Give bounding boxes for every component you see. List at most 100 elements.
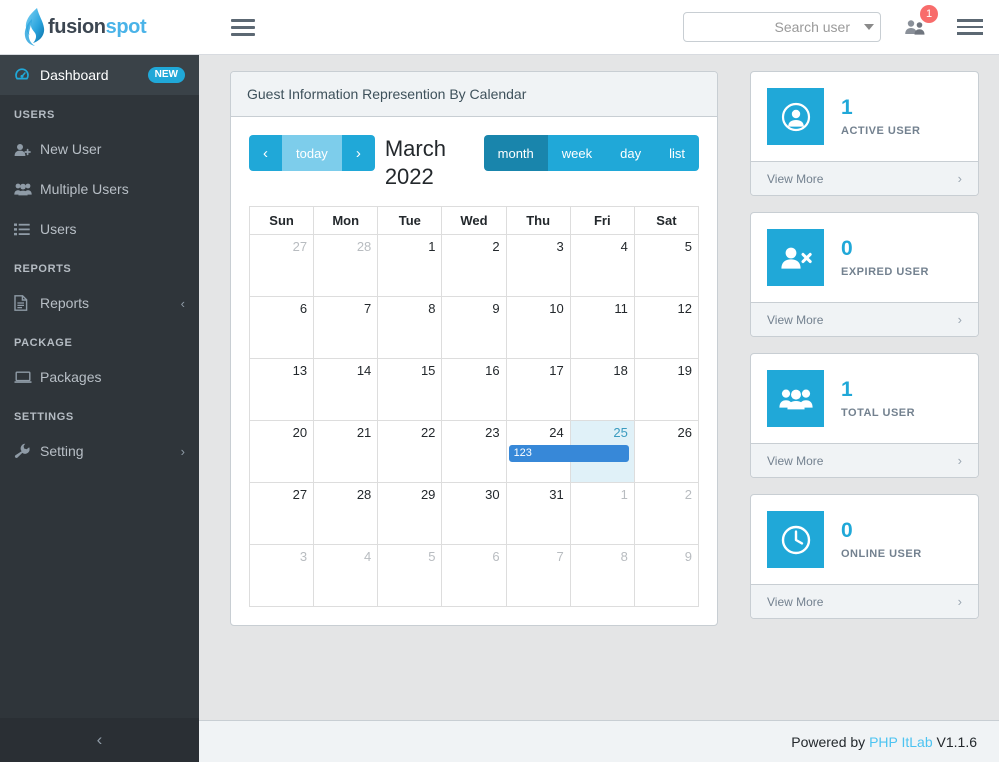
top-header: fusionspot Search user 1 — [0, 0, 999, 55]
calendar-day-cell[interactable]: 21 — [313, 420, 379, 483]
calendar-day-cell[interactable]: 28 — [313, 482, 379, 545]
stat-card-body: 1 ACTIVE USER — [751, 72, 978, 161]
calendar-today-button[interactable]: today — [282, 135, 342, 171]
stat-value: 1 — [841, 378, 853, 402]
calendar-prev-button[interactable]: ‹ — [249, 135, 282, 171]
sidebar-section-title: REPORTS — [14, 263, 72, 275]
calendar-day-cell[interactable]: 7 — [313, 296, 379, 359]
calendar-day-cell[interactable]: 8 — [377, 296, 443, 359]
chevron-right-icon: › — [180, 443, 185, 459]
stat-card: 0 ONLINE USER View More › — [750, 494, 979, 619]
stat-label: ACTIVE USER — [841, 124, 921, 137]
calendar-view-list-button[interactable]: list — [655, 135, 699, 171]
calendar-day-cell[interactable]: 24 123 — [505, 420, 629, 483]
calendar-day-cell[interactable]: 1 — [569, 482, 635, 545]
calendar-day-cell[interactable]: 4 — [569, 234, 635, 297]
sidebar-item-users[interactable]: Users — [0, 209, 199, 249]
sidebar-section-title: PACKAGE — [14, 337, 73, 349]
calendar-day-cell[interactable]: 5 — [633, 234, 700, 297]
stat-view-more-link[interactable]: View More › — [751, 161, 978, 195]
calendar-event[interactable]: 123 — [508, 445, 629, 462]
sidebar-minimizer-button[interactable]: ‹ — [0, 718, 199, 762]
calendar-day-cell[interactable]: 7 — [505, 544, 571, 607]
calendar-day-cell[interactable]: 1 — [377, 234, 443, 297]
calendar-day-cell[interactable]: 28 — [313, 234, 379, 297]
calendar-day-number: 15 — [420, 363, 436, 378]
calendar-day-cell[interactable]: 4 — [313, 544, 379, 607]
calendar-day-cell[interactable]: 17 — [505, 358, 571, 421]
sidebar-new-badge: NEW — [147, 67, 185, 83]
calendar-day-number: 18 — [613, 363, 628, 378]
calendar-week-row: 20 21 22 23 24 123 25 26 — [248, 420, 700, 483]
calendar-day-cell[interactable]: 5 — [377, 544, 443, 607]
stat-view-more-link[interactable]: View More › — [751, 443, 978, 477]
user-times-icon — [767, 229, 824, 286]
sidebar-toggle-button[interactable] — [231, 18, 255, 36]
calendar-day-cell[interactable]: 23 — [441, 420, 507, 483]
calendar-day-cell[interactable]: 19 — [633, 358, 700, 421]
users-notification-button[interactable]: 1 — [903, 5, 938, 40]
footer-link[interactable]: PHP ItLab — [869, 734, 933, 750]
calendar-day-cell[interactable]: 31 — [505, 482, 571, 545]
calendar-day-cell[interactable]: 22 — [377, 420, 443, 483]
chevron-right-icon: › — [957, 453, 962, 468]
calendar-card-body: ‹ today › March 2022 month week day list — [231, 117, 717, 625]
calendar-next-button[interactable]: › — [341, 135, 375, 171]
calendar-day-cell[interactable]: 16 — [441, 358, 507, 421]
calendar-day-cell[interactable]: 15 — [377, 358, 443, 421]
calendar-day-cell[interactable]: 2 — [441, 234, 507, 297]
sidebar-item-multiple-users[interactable]: Multiple Users — [0, 169, 199, 209]
calendar-day-cell[interactable]: 9 — [633, 544, 700, 607]
calendar-day-cell[interactable]: 20 — [248, 420, 315, 483]
footer-powered-by-text: Powered by — [791, 733, 866, 750]
calendar-day-number: 30 — [485, 487, 500, 502]
laptop-icon — [14, 371, 40, 384]
calendar-day-cell[interactable]: 18 — [569, 358, 635, 421]
calendar-day-cell[interactable]: 26 — [633, 420, 700, 483]
calendar-day-cell[interactable]: 11 — [569, 296, 635, 359]
calendar-day-cell[interactable]: 13 — [248, 358, 315, 421]
right-menu-toggle-button[interactable] — [957, 19, 983, 35]
sidebar-item-dashboard[interactable]: Dashboard NEW — [0, 55, 199, 95]
chevron-right-icon: › — [355, 144, 361, 162]
sidebar-item-reports[interactable]: Reports ‹ — [0, 283, 199, 323]
stat-view-more-link[interactable]: View More › — [751, 302, 978, 336]
sidebar-item-label: Dashboard — [40, 67, 109, 83]
search-user-select[interactable]: Search user — [683, 12, 881, 42]
calendar-day-cell[interactable]: 8 — [569, 544, 635, 607]
calendar-day-cell[interactable]: 3 — [505, 234, 571, 297]
calendar-view-week-button[interactable]: week — [547, 135, 607, 171]
calendar-day-cell[interactable]: 9 — [441, 296, 507, 359]
calendar-day-cell[interactable]: 27 — [248, 234, 315, 297]
sidebar-nav: Dashboard NEW USERS New User Multiple Us… — [0, 55, 199, 718]
brand-logo[interactable]: fusionspot — [0, 0, 199, 55]
sidebar-item-packages[interactable]: Packages — [0, 357, 199, 397]
calendar-day-number: 7 — [556, 549, 564, 564]
stat-view-more-link[interactable]: View More › — [751, 584, 978, 618]
calendar-day-cell[interactable]: 29 — [377, 482, 443, 545]
calendar-weeks: 27 28 1 2 3 4 5 6 7 8 9 10 11 12 13 14 15 16 17 18 19 20 21 22 2… — [248, 234, 700, 607]
calendar-day-cell[interactable]: 6 — [441, 544, 507, 607]
calendar-day-number: 24 — [549, 425, 564, 440]
hamburger-bar — [957, 32, 983, 35]
sidebar-section-title: USERS — [14, 109, 55, 121]
calendar-day-cell[interactable]: 3 — [248, 544, 315, 607]
main-content: Guest Information Represention By Calend… — [199, 55, 999, 762]
calendar-day-cell[interactable]: 12 — [633, 296, 700, 359]
notification-badge: 1 — [920, 5, 938, 23]
stat-card: 0 EXPIRED USER View More › — [750, 212, 979, 337]
calendar-day-cell[interactable]: 27 — [248, 482, 315, 545]
calendar-day-cell[interactable]: 30 — [441, 482, 507, 545]
calendar-day-cell[interactable]: 14 — [313, 358, 379, 421]
calendar-weekday-header: Sun Mon Tue Wed Thu Fri Sat — [248, 206, 700, 235]
calendar-day-number: 3 — [299, 549, 308, 564]
calendar-view-month-button[interactable]: month — [483, 135, 548, 171]
sidebar-item-new-user[interactable]: New User — [0, 129, 199, 169]
calendar-day-cell[interactable]: 6 — [248, 296, 315, 359]
calendar-day-cell[interactable]: 2 — [633, 482, 700, 545]
sidebar-item-setting[interactable]: Setting › — [0, 431, 199, 471]
calendar-week-row: 3 4 5 6 7 8 9 — [248, 544, 700, 607]
calendar-weekday-cell: Mon — [313, 206, 379, 235]
calendar-day-cell[interactable]: 10 — [505, 296, 571, 359]
calendar-view-day-button[interactable]: day — [606, 135, 656, 171]
